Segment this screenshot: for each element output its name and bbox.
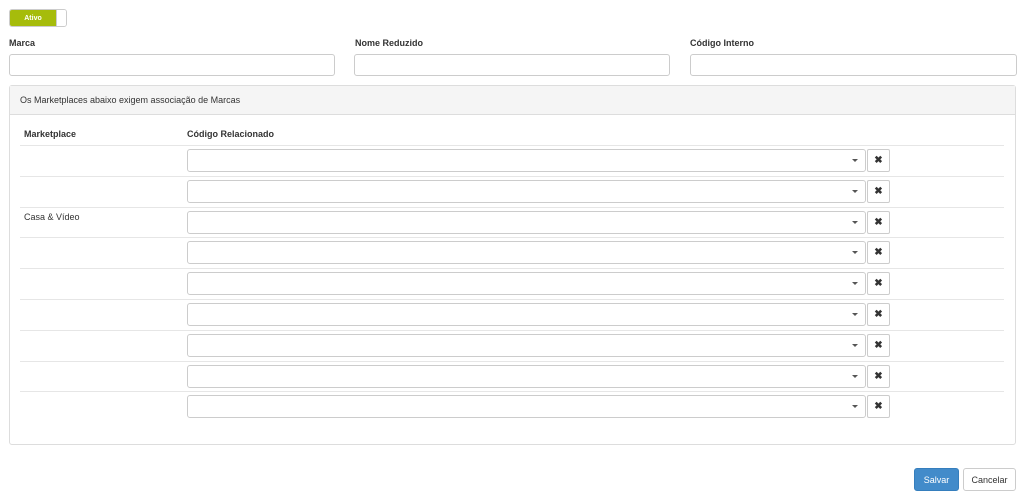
- remove-row-button[interactable]: ✖: [867, 395, 890, 418]
- times-icon: ✖: [874, 247, 883, 258]
- remove-row-button[interactable]: ✖: [867, 180, 890, 203]
- times-icon: ✖: [874, 278, 883, 289]
- marketplace-name: Casa & Vídeo: [24, 212, 80, 222]
- row-divider: [20, 299, 1004, 300]
- status-toggle[interactable]: Ativo: [9, 9, 67, 27]
- remove-row-button[interactable]: ✖: [867, 211, 890, 234]
- status-toggle-knob: [56, 10, 66, 26]
- related-code-select[interactable]: [187, 211, 866, 234]
- caret-down-icon: [852, 344, 858, 347]
- status-toggle-label: Ativo: [10, 10, 56, 26]
- times-icon: ✖: [874, 217, 883, 228]
- save-button[interactable]: Salvar: [914, 468, 959, 491]
- panel-heading: Os Marketplaces abaixo exigem associação…: [10, 86, 1015, 115]
- caret-down-icon: [852, 375, 858, 378]
- row-divider: [20, 268, 1004, 269]
- codigo-interno-input[interactable]: [690, 54, 1017, 76]
- related-code-select[interactable]: [187, 272, 866, 295]
- remove-row-button[interactable]: ✖: [867, 365, 890, 388]
- times-icon: ✖: [874, 371, 883, 382]
- row-divider: [20, 361, 1004, 362]
- caret-down-icon: [852, 190, 858, 193]
- related-code-select[interactable]: [187, 334, 866, 357]
- caret-down-icon: [852, 221, 858, 224]
- caret-down-icon: [852, 405, 858, 408]
- times-icon: ✖: [874, 186, 883, 197]
- row-divider: [20, 391, 1004, 392]
- remove-row-button[interactable]: ✖: [867, 241, 890, 264]
- remove-row-button[interactable]: ✖: [867, 303, 890, 326]
- marketplace-column-header: Marketplace: [24, 129, 77, 139]
- remove-row-button[interactable]: ✖: [867, 272, 890, 295]
- cancel-button[interactable]: Cancelar: [963, 468, 1016, 491]
- related-code-select[interactable]: [187, 365, 866, 388]
- caret-down-icon: [852, 251, 858, 254]
- row-divider: [20, 330, 1004, 331]
- times-icon: ✖: [874, 340, 883, 351]
- related-code-column-header: Código Relacionado: [187, 129, 275, 139]
- nome-reduzido-input[interactable]: [354, 54, 670, 76]
- related-code-select[interactable]: [187, 241, 866, 264]
- remove-row-button[interactable]: ✖: [867, 149, 890, 172]
- related-code-select[interactable]: [187, 303, 866, 326]
- row-divider: [20, 237, 1004, 238]
- caret-down-icon: [852, 159, 858, 162]
- codigo-interno-label: Código Interno: [690, 38, 754, 48]
- caret-down-icon: [852, 282, 858, 285]
- row-divider: [20, 207, 1004, 208]
- caret-down-icon: [852, 313, 858, 316]
- times-icon: ✖: [874, 401, 883, 412]
- related-code-select[interactable]: [187, 180, 866, 203]
- times-icon: ✖: [874, 309, 883, 320]
- marketplaces-panel: Os Marketplaces abaixo exigem associação…: [9, 85, 1016, 445]
- remove-row-button[interactable]: ✖: [867, 334, 890, 357]
- nome-reduzido-label: Nome Reduzido: [355, 38, 424, 48]
- row-divider: [20, 145, 1004, 146]
- marca-label: Marca: [9, 38, 36, 48]
- related-code-select[interactable]: [187, 149, 866, 172]
- times-icon: ✖: [874, 155, 883, 166]
- marca-input[interactable]: [9, 54, 335, 76]
- related-code-select[interactable]: [187, 395, 866, 418]
- row-divider: [20, 176, 1004, 177]
